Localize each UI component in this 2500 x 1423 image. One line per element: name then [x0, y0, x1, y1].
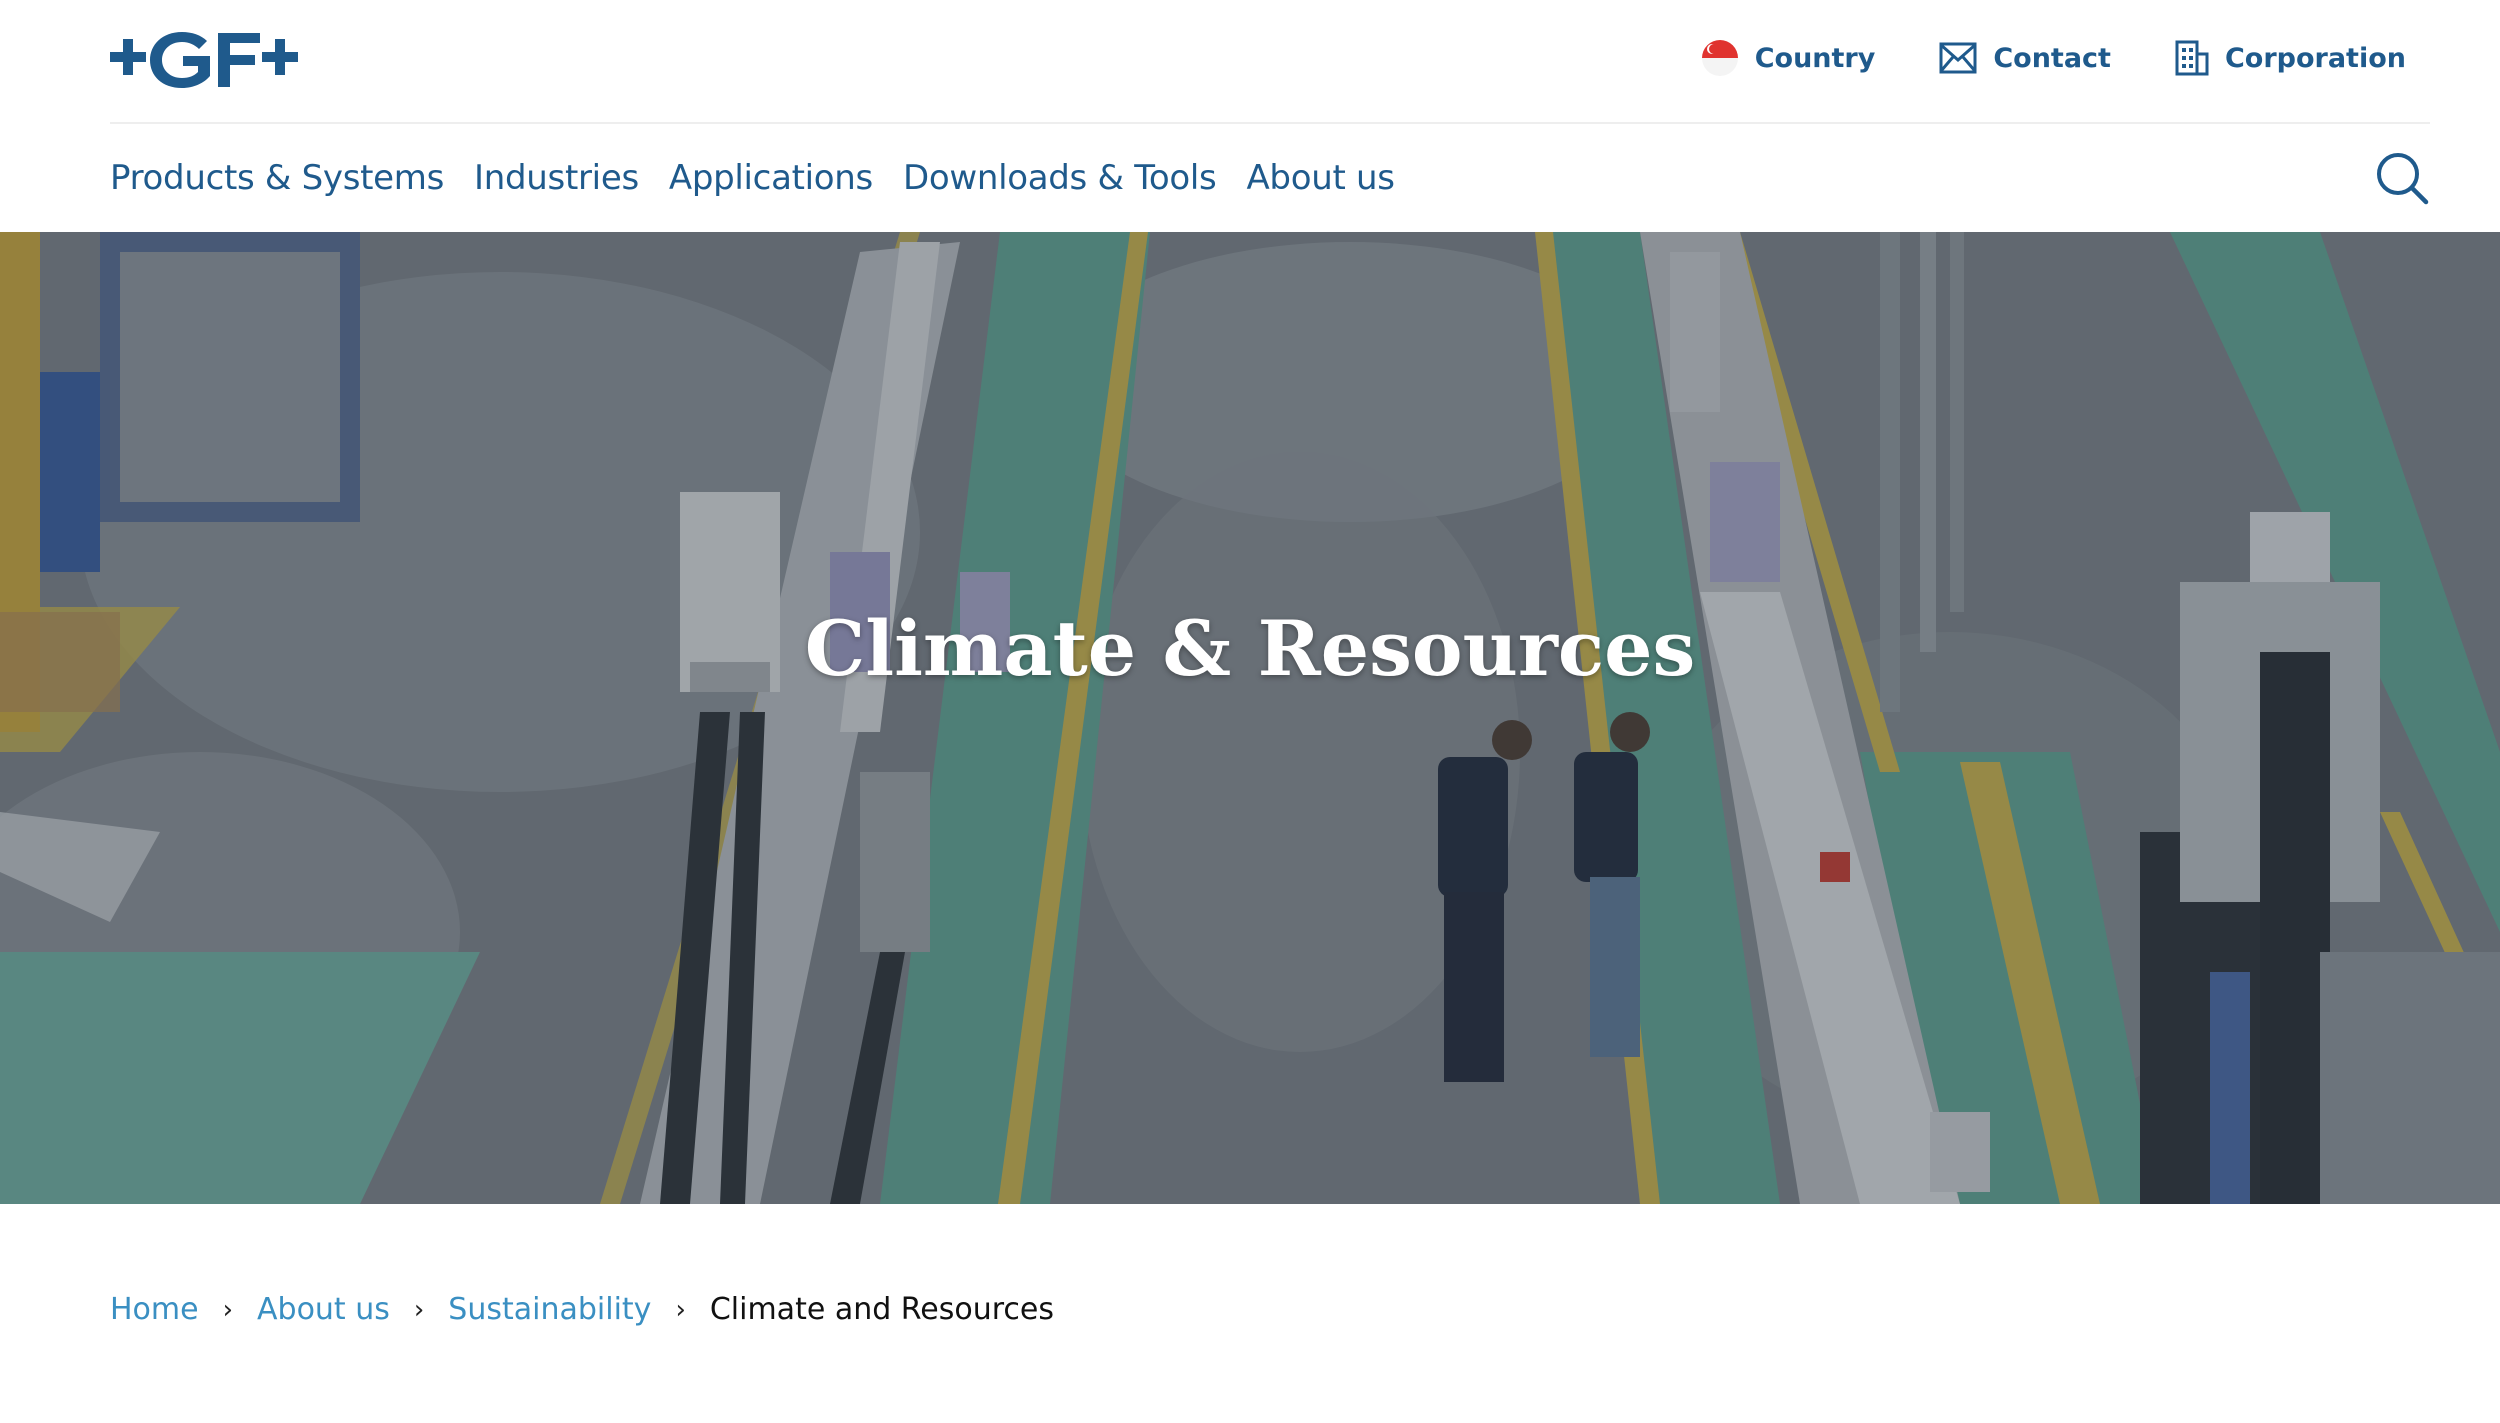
nav-item-about-us[interactable]: About us: [1246, 158, 1395, 198]
nav-item-industries[interactable]: Industries: [474, 158, 639, 198]
building-icon: [2175, 40, 2209, 76]
site-header: Country Contact Corporation Products & S…: [0, 0, 2500, 232]
nav-item-products-systems[interactable]: Products & Systems: [110, 158, 444, 198]
breadcrumb-home[interactable]: Home: [110, 1292, 199, 1327]
hero-banner: Climate & Resources: [0, 232, 2500, 1204]
corporation-label: Corporation: [2224, 42, 2406, 74]
country-label: Country: [1754, 42, 1876, 74]
singapore-flag-icon: [1701, 40, 1738, 76]
search-icon: [2377, 153, 2429, 205]
breadcrumb-sustainability[interactable]: Sustainability: [448, 1292, 651, 1327]
corporation-link[interactable]: Corporation: [2175, 40, 2406, 76]
nav-item-downloads-tools[interactable]: Downloads & Tools: [903, 158, 1217, 198]
search-button[interactable]: [2374, 150, 2430, 206]
header-divider: [110, 122, 2430, 124]
utility-nav: Country Contact Corporation: [1701, 36, 2406, 80]
breadcrumb: Home › About us › Sustainability › Clima…: [110, 1292, 1054, 1327]
gf-logo[interactable]: [110, 28, 300, 92]
main-nav: Products & Systems Industries Applicatio…: [110, 158, 1395, 198]
page-title: Climate & Resources: [804, 604, 1696, 693]
country-link[interactable]: Country: [1701, 39, 1876, 77]
breadcrumb-current: Climate and Resources: [709, 1292, 1055, 1327]
factory-floor-image: [0, 232, 2500, 1204]
envelope-icon: [1939, 42, 1977, 74]
gf-logo-mark: [110, 32, 298, 88]
nav-item-applications[interactable]: Applications: [669, 158, 873, 198]
contact-label: Contact: [1993, 42, 2111, 74]
breadcrumb-separator: ›: [675, 1294, 686, 1325]
breadcrumb-separator: ›: [413, 1294, 425, 1325]
contact-link[interactable]: Contact: [1939, 42, 2111, 74]
breadcrumb-separator: ›: [222, 1294, 233, 1325]
breadcrumb-about-us[interactable]: About us: [257, 1292, 390, 1327]
